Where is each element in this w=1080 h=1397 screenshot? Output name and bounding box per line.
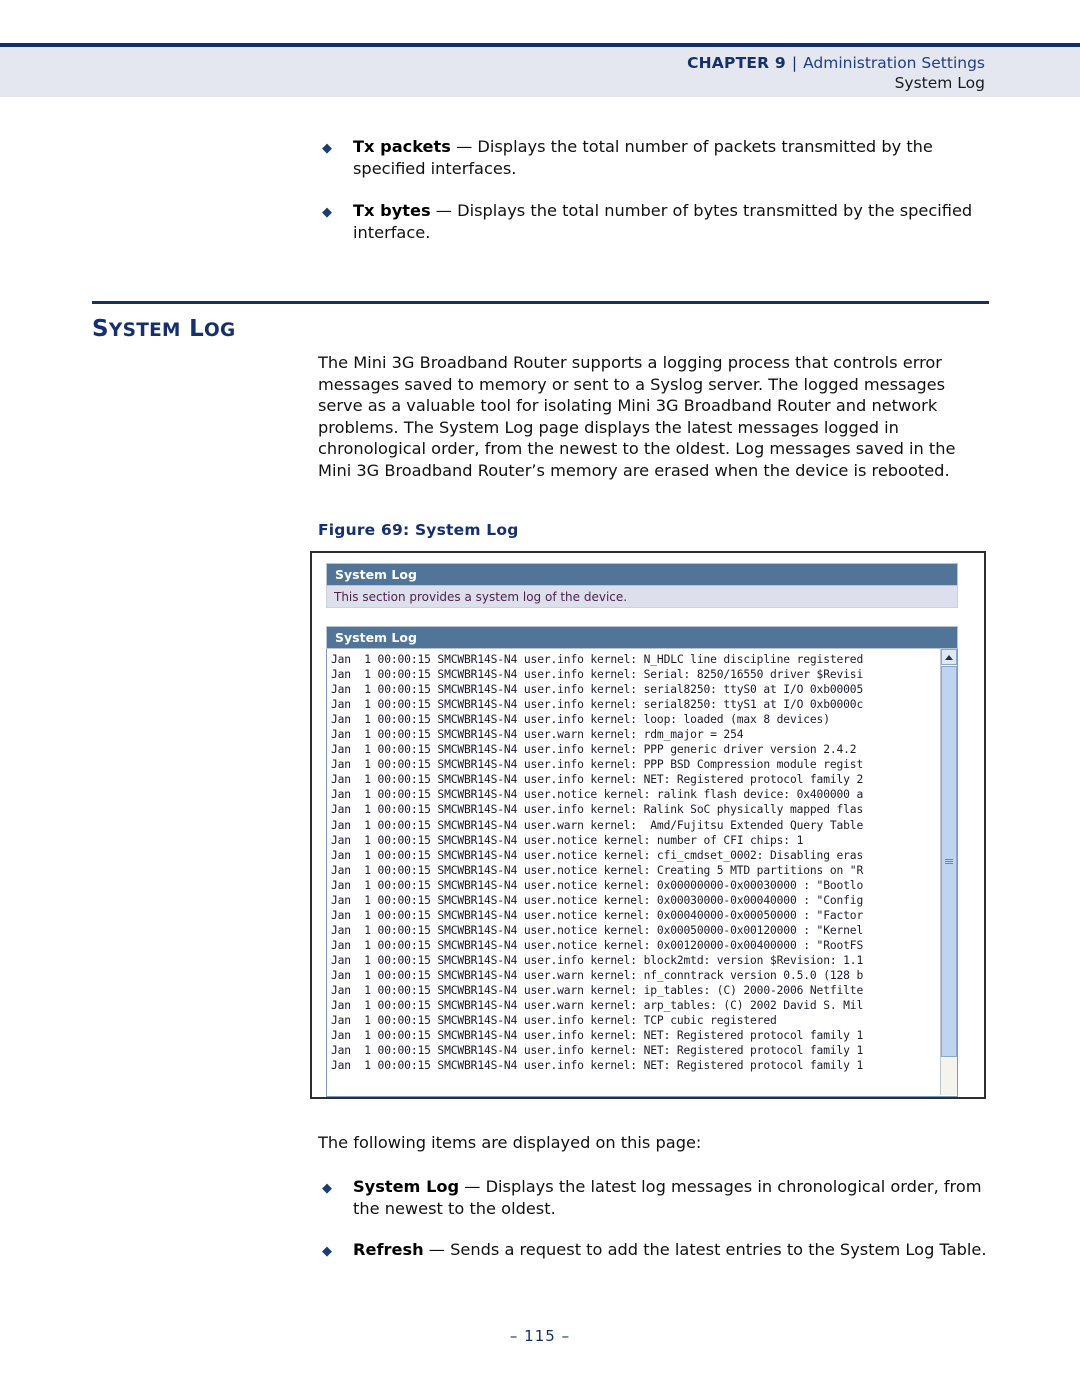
- bullet-term: Tx packets: [353, 137, 451, 156]
- log-vertical-scrollbar[interactable]: [940, 649, 957, 1095]
- log-line: Jan 1 00:00:15 SMCWBR14S-N4 user.info ke…: [331, 1029, 864, 1043]
- bullet-term: System Log: [353, 1177, 460, 1196]
- header-chapter-line: CHAPTER 9 | Administration Settings: [687, 54, 985, 72]
- log-line: Jan 1 00:00:15 SMCWBR14S-N4 user.warn ke…: [331, 728, 744, 742]
- bullet-dash: —: [459, 1177, 486, 1196]
- log-line: Jan 1 00:00:15 SMCWBR14S-N4 user.notice …: [331, 878, 864, 892]
- log-line: Jan 1 00:00:15 SMCWBR14S-N4 user.info ke…: [331, 773, 864, 787]
- log-line: Jan 1 00:00:15 SMCWBR14S-N4 user.info ke…: [331, 953, 864, 967]
- log-line: Jan 1 00:00:15 SMCWBR14S-N4 user.info ke…: [331, 803, 864, 817]
- log-line: Jan 1 00:00:15 SMCWBR14S-N4 user.info ke…: [331, 743, 857, 757]
- log-line: Jan 1 00:00:15 SMCWBR14S-N4 user.notice …: [331, 848, 864, 862]
- log-line: Jan 1 00:00:15 SMCWBR14S-N4 user.notice …: [331, 908, 864, 922]
- log-line: Jan 1 00:00:15 SMCWBR14S-N4 user.info ke…: [331, 1014, 777, 1028]
- scroll-up-arrow-icon[interactable]: [941, 649, 957, 665]
- diamond-bullet-icon: ◆: [322, 1244, 332, 1259]
- section-intro-paragraph: The Mini 3G Broadband Router supports a …: [318, 353, 956, 480]
- page-title: SYSTEM LOG: [92, 316, 236, 342]
- log-line: Jan 1 00:00:15 SMCWBR14S-N4 user.notice …: [331, 938, 864, 952]
- figure-caption: Figure 69: System Log: [318, 521, 519, 539]
- chapter-title: Administration Settings: [803, 54, 985, 72]
- bullet-system-log: ◆ System Log — Displays the latest log me…: [318, 1176, 990, 1219]
- log-line: Jan 1 00:00:15 SMCWBR14S-N4 user.info ke…: [331, 713, 830, 727]
- log-line: Jan 1 00:00:15 SMCWBR14S-N4 user.notice …: [331, 833, 804, 847]
- log-line: Jan 1 00:00:15 SMCWBR14S-N4 user.warn ke…: [331, 968, 864, 982]
- log-line: Jan 1 00:00:15 SMCWBR14S-N4 user.info ke…: [331, 683, 864, 697]
- bullet-tx-bytes: ◆ Tx bytes — Displays the total number of…: [318, 200, 990, 243]
- bullet-tx-packets: ◆ Tx packets — Displays the total number …: [318, 136, 990, 179]
- chevron-up-icon: [945, 655, 953, 660]
- log-line: Jan 1 00:00:15 SMCWBR14S-N4 user.notice …: [331, 923, 864, 937]
- bullet-dash: —: [423, 1240, 451, 1259]
- bullet-text: Sends a request to add the latest entrie…: [450, 1240, 987, 1259]
- page-running-header: CHAPTER 9 | Administration Settings System…: [0, 43, 1080, 97]
- system-log-lines: Jan 1 00:00:15 SMCWBR14S-N4 user.info ke…: [331, 652, 927, 1094]
- scrollbar-grip-icon: [945, 859, 953, 865]
- system-log-textarea[interactable]: Jan 1 00:00:15 SMCWBR14S-N4 user.info ke…: [326, 649, 958, 1097]
- page-number: – 115 –: [509, 1327, 571, 1345]
- bullet-term: Refresh: [353, 1240, 424, 1259]
- log-line: Jan 1 00:00:15 SMCWBR14S-N4 user.notice …: [331, 863, 864, 877]
- panel-header-system-log: System Log: [326, 563, 958, 586]
- section-divider-rule: [92, 301, 989, 304]
- panel-gap: [326, 608, 958, 626]
- header-separator: |: [791, 54, 798, 72]
- log-panel-header: System Log: [326, 626, 958, 649]
- log-line: Jan 1 00:00:15 SMCWBR14S-N4 user.info ke…: [331, 758, 864, 772]
- panel-description: This section provides a system log of th…: [326, 586, 958, 608]
- header-subtitle: System Log: [894, 74, 985, 92]
- figure-screenshot-frame: System Log This section provides a syste…: [310, 551, 986, 1099]
- log-line: Jan 1 00:00:15 SMCWBR14S-N4 user.warn ke…: [331, 984, 864, 998]
- log-line: Jan 1 00:00:15 SMCWBR14S-N4 user.info ke…: [331, 1044, 864, 1058]
- chapter-label: CHAPTER 9: [687, 54, 786, 72]
- diamond-bullet-icon: ◆: [322, 1181, 332, 1196]
- log-line: Jan 1 00:00:15 SMCWBR14S-N4 user.info ke…: [331, 653, 864, 666]
- bullet-term: Tx bytes: [353, 201, 431, 220]
- log-line: Jan 1 00:00:15 SMCWBR14S-N4 user.info ke…: [331, 698, 864, 712]
- log-line: Jan 1 00:00:15 SMCWBR14S-N4 user.notice …: [331, 893, 864, 907]
- scrollbar-thumb[interactable]: [941, 666, 957, 1057]
- log-line: Jan 1 00:00:15 SMCWBR14S-N4 user.info ke…: [331, 1059, 864, 1073]
- bullet-dash: —: [450, 137, 478, 156]
- diamond-bullet-icon: ◆: [322, 141, 332, 156]
- log-line: Jan 1 00:00:15 SMCWBR14S-N4 user.notice …: [331, 788, 864, 802]
- lower-intro-line: The following items are displayed on thi…: [318, 1133, 702, 1152]
- log-line: Jan 1 00:00:15 SMCWBR14S-N4 user.warn ke…: [331, 818, 864, 832]
- log-line: Jan 1 00:00:15 SMCWBR14S-N4 user.warn ke…: [331, 999, 864, 1013]
- diamond-bullet-icon: ◆: [322, 205, 332, 220]
- bullet-dash: —: [430, 201, 458, 220]
- bullet-refresh: ◆ Refresh — Sends a request to add the la…: [318, 1239, 990, 1261]
- log-line: Jan 1 00:00:15 SMCWBR14S-N4 user.info ke…: [331, 668, 864, 682]
